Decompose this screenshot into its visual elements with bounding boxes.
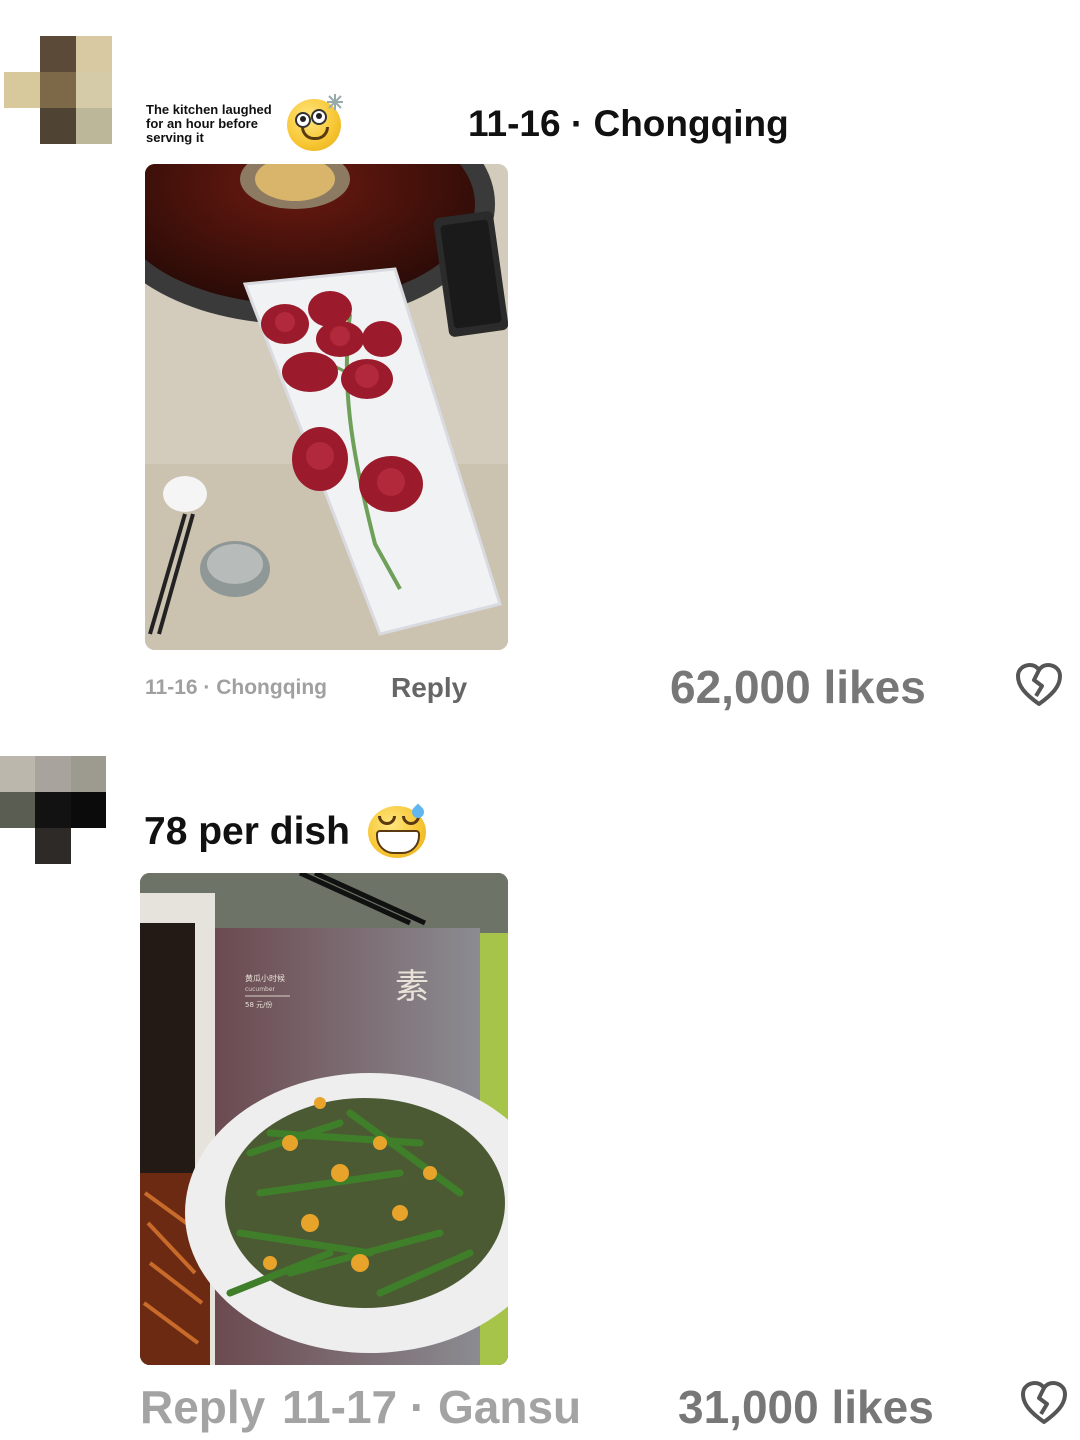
like-count: 62,000 likes	[670, 661, 926, 713]
comment-meta: 11-17 · Gansu	[282, 1381, 582, 1433]
broken-heart-icon[interactable]	[1015, 662, 1063, 708]
menu-item-price: 58 元/份	[245, 1000, 273, 1009]
menu-item-sub: cucumber	[245, 986, 276, 993]
menu-char: 素	[395, 967, 429, 1007]
comment-caption: The kitchen laughed for an hour before s…	[146, 102, 272, 145]
reply-button[interactable]: Reply	[140, 1380, 265, 1434]
sparkle-icon	[327, 94, 343, 110]
comment-text: 78 per dish	[144, 810, 350, 853]
comment-photo[interactable]	[145, 164, 508, 650]
user-avatar[interactable]	[0, 756, 106, 864]
like-count: 31,000 likes	[678, 1381, 934, 1433]
comment-header: 11-16 · Chongqing	[468, 103, 789, 144]
rose-plate-image	[145, 164, 508, 650]
comment-photo[interactable]: 素 黄瓜小时候 cucumber 58 元/份	[140, 873, 508, 1365]
menu-item-text: 黄瓜小时候	[245, 973, 285, 983]
broken-heart-icon[interactable]	[1020, 1380, 1068, 1426]
user-avatar[interactable]	[4, 36, 112, 144]
menu-page-image: 素 黄瓜小时候 cucumber 58 元/份	[140, 873, 508, 1365]
reply-button[interactable]: Reply	[391, 672, 467, 704]
comment-meta: 11-16 · Chongqing	[145, 676, 328, 699]
grin-sweat-emoji-icon	[368, 803, 427, 858]
